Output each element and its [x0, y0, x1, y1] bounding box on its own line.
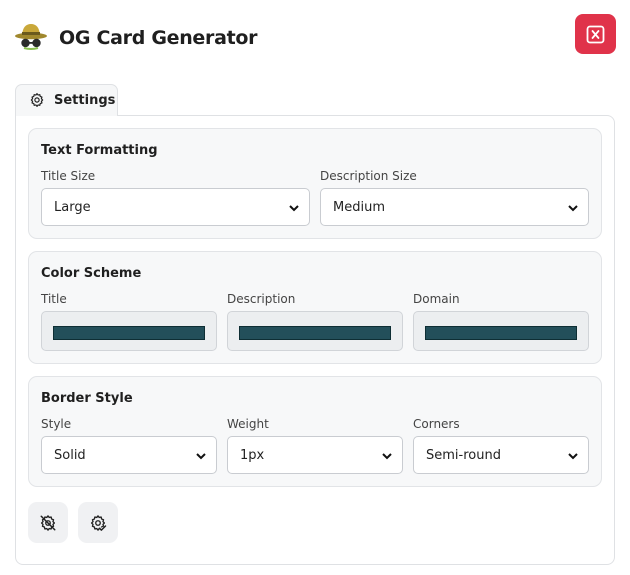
border-weight-select[interactable]: 1px	[227, 436, 403, 474]
disable-settings-button[interactable]	[28, 502, 68, 543]
gear-off-icon	[40, 515, 56, 531]
app-title: OG Card Generator	[59, 27, 258, 49]
section-title: Color Scheme	[41, 266, 142, 281]
tab-settings[interactable]: Settings	[15, 84, 118, 116]
corners-label: Corners	[413, 417, 460, 431]
chevron-down-icon	[568, 205, 578, 212]
chevron-down-icon	[382, 453, 392, 460]
weight-label: Weight	[227, 417, 269, 431]
section-title: Text Formatting	[41, 143, 158, 158]
description-size-label: Description Size	[320, 169, 417, 183]
title-size-select[interactable]: Large	[41, 188, 310, 226]
domain-color-label: Domain	[413, 292, 460, 306]
text-formatting-section: Text Formatting Title Size Description S…	[28, 128, 602, 239]
color-scheme-section: Color Scheme Title Description Domain	[28, 251, 602, 364]
close-button[interactable]	[575, 14, 616, 54]
description-size-select[interactable]: Medium	[320, 188, 589, 226]
select-value: Semi-round	[426, 448, 501, 463]
description-color-label: Description	[227, 292, 296, 306]
title-size-label: Title Size	[41, 169, 96, 183]
gear-check-icon	[90, 515, 107, 531]
gear-icon	[30, 93, 44, 107]
chevron-down-icon	[196, 453, 206, 460]
title-color-label: Title	[41, 292, 67, 306]
color-swatch	[239, 326, 391, 340]
domain-color-picker[interactable]	[413, 311, 589, 351]
border-style-select[interactable]: Solid	[41, 436, 217, 474]
color-swatch	[53, 326, 205, 340]
select-value: 1px	[240, 448, 265, 463]
close-x-icon	[586, 25, 605, 44]
app-header: OG Card Generator	[0, 0, 630, 80]
chevron-down-icon	[568, 453, 578, 460]
apply-settings-button[interactable]	[78, 502, 118, 543]
border-style-section: Border Style Style Weight Corners Solid …	[28, 376, 602, 487]
color-swatch	[425, 326, 577, 340]
tab-label: Settings	[54, 93, 116, 108]
select-value: Large	[54, 200, 91, 215]
description-color-picker[interactable]	[227, 311, 403, 351]
select-value: Medium	[333, 200, 385, 215]
select-value: Solid	[54, 448, 86, 463]
spy-hat-glasses-icon	[14, 22, 48, 50]
title-color-picker[interactable]	[41, 311, 217, 351]
style-label: Style	[41, 417, 72, 431]
chevron-down-icon	[289, 205, 299, 212]
section-title: Border Style	[41, 391, 133, 406]
border-corners-select[interactable]: Semi-round	[413, 436, 589, 474]
